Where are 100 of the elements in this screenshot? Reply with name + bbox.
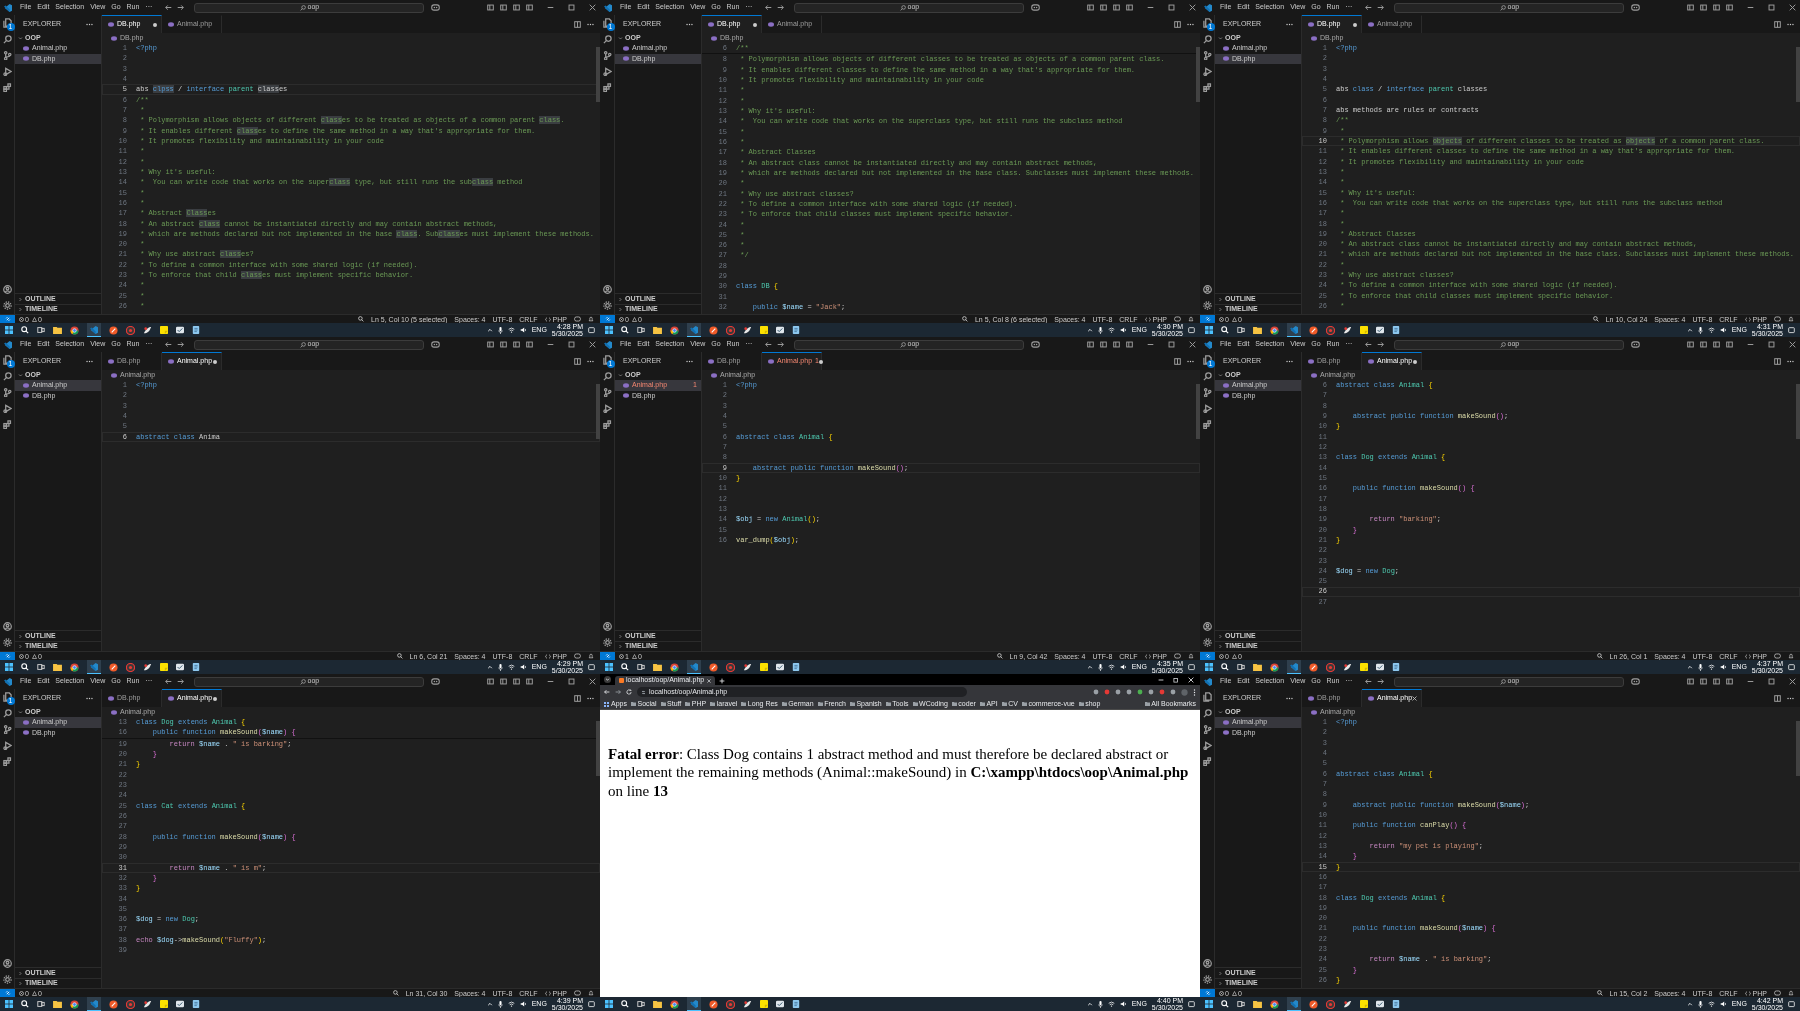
secondary-sidebar-icon[interactable]	[526, 341, 533, 348]
slash-app-icon[interactable]	[709, 999, 718, 1009]
minimize-icon[interactable]	[547, 341, 554, 348]
secondary-sidebar-icon[interactable]	[526, 678, 533, 685]
split-editor-icon[interactable]	[1774, 20, 1781, 28]
more-actions-icon[interactable]	[86, 359, 93, 363]
microphone-icon[interactable]	[1697, 663, 1703, 671]
files-icon[interactable]	[2, 692, 12, 702]
layout-icon[interactable]	[1687, 4, 1694, 11]
wifi-icon[interactable]	[507, 1001, 515, 1007]
windows-start-icon[interactable]	[605, 1000, 613, 1008]
browser-icon[interactable]	[670, 662, 679, 672]
search-icon[interactable]	[621, 663, 629, 671]
scrollbar-thumb[interactable]	[1196, 384, 1200, 439]
extensions-icon[interactable]	[1202, 757, 1212, 766]
more-actions-icon[interactable]	[1286, 22, 1293, 26]
more-actions-icon[interactable]	[587, 696, 594, 700]
run-debug-icon[interactable]	[1202, 67, 1212, 76]
notifications-icon[interactable]	[1788, 663, 1795, 671]
browser-icon[interactable]	[1270, 662, 1279, 672]
notepad-icon[interactable]	[1392, 326, 1400, 334]
notifications-icon[interactable]	[1788, 1000, 1795, 1008]
layout-icon[interactable]	[487, 4, 494, 11]
paint-app-icon[interactable]	[1343, 325, 1352, 335]
copilot-icon[interactable]	[1031, 4, 1041, 11]
more-actions-icon[interactable]	[1787, 696, 1794, 700]
forward-arrow-icon[interactable]	[177, 341, 185, 348]
folder-icon[interactable]	[53, 326, 62, 334]
forward-arrow-icon[interactable]	[1377, 678, 1385, 685]
forward-arrow-icon[interactable]	[777, 341, 785, 348]
browser-icon[interactable]	[1270, 999, 1279, 1009]
search-icon[interactable]	[1221, 1000, 1229, 1008]
layout-icon[interactable]	[1087, 4, 1094, 11]
copilot-icon[interactable]	[1774, 990, 1781, 996]
search-icon[interactable]	[1221, 663, 1229, 671]
vscode-logo-icon[interactable]	[4, 677, 12, 686]
back-arrow-icon[interactable]	[165, 4, 173, 11]
split-editor-icon[interactable]	[574, 20, 581, 28]
more-actions-icon[interactable]	[686, 359, 693, 363]
copilot-icon[interactable]	[431, 4, 441, 11]
code-editor-icon[interactable]	[90, 325, 98, 334]
maximize-icon[interactable]	[1768, 678, 1775, 685]
microphone-icon[interactable]	[497, 1000, 503, 1008]
bell-icon[interactable]	[1788, 653, 1794, 659]
search-icon[interactable]	[602, 372, 612, 381]
forward-arrow-icon[interactable]	[615, 689, 621, 695]
search-icon[interactable]	[602, 35, 612, 44]
search-icon[interactable]	[21, 663, 29, 671]
sidebar-toggle-icon[interactable]	[1700, 678, 1707, 685]
slash-app-icon[interactable]	[1309, 999, 1318, 1009]
code-editor-icon[interactable]	[90, 662, 98, 671]
task-view-icon[interactable]	[37, 326, 45, 334]
source-control-icon[interactable]	[2, 388, 12, 397]
run-debug-icon[interactable]	[2, 404, 12, 413]
task-view-icon[interactable]	[1237, 1000, 1245, 1008]
sidebar-toggle-icon[interactable]	[500, 4, 507, 11]
copilot-icon[interactable]	[574, 316, 581, 322]
more-actions-icon[interactable]	[587, 22, 594, 26]
run-debug-icon[interactable]	[2, 67, 12, 76]
task-view-icon[interactable]	[37, 663, 45, 671]
files-icon[interactable]	[2, 355, 12, 365]
secondary-sidebar-icon[interactable]	[1726, 4, 1733, 11]
circle-app-icon[interactable]	[1326, 325, 1335, 335]
extensions-icon[interactable]	[2, 420, 12, 429]
zoom-icon[interactable]	[392, 990, 399, 996]
forward-arrow-icon[interactable]	[1377, 4, 1385, 11]
minimize-icon[interactable]	[547, 4, 554, 11]
paint-app-icon[interactable]	[743, 999, 752, 1009]
microphone-icon[interactable]	[1697, 1000, 1703, 1008]
layout-icon[interactable]	[1687, 678, 1694, 685]
close-icon[interactable]	[1789, 341, 1796, 348]
settings-icon[interactable]	[2, 638, 12, 647]
copilot-icon[interactable]	[431, 678, 441, 685]
paint-app-icon[interactable]	[143, 662, 152, 672]
speaker-icon[interactable]	[1119, 1001, 1127, 1007]
source-control-icon[interactable]	[1202, 725, 1212, 734]
zoom-icon[interactable]	[1592, 316, 1599, 322]
more-actions-icon[interactable]	[587, 359, 594, 363]
account-icon[interactable]	[602, 622, 612, 631]
bell-icon[interactable]	[588, 990, 594, 996]
circle-app-icon[interactable]	[726, 999, 735, 1009]
split-editor-icon[interactable]	[1774, 357, 1781, 365]
browser-icon[interactable]	[70, 662, 79, 672]
search-icon[interactable]	[21, 1000, 29, 1008]
back-arrow-icon[interactable]	[1365, 4, 1373, 11]
menu-icon[interactable]	[1193, 688, 1196, 696]
bell-icon[interactable]	[588, 653, 594, 659]
vscode-logo-icon[interactable]	[1204, 3, 1212, 12]
task-view-icon[interactable]	[637, 1000, 645, 1008]
speaker-icon[interactable]	[519, 327, 527, 333]
notifications-icon[interactable]	[1188, 663, 1195, 671]
notifications-icon[interactable]	[1788, 326, 1795, 334]
vscode-logo-icon[interactable]	[4, 340, 12, 349]
paint-app-icon[interactable]	[143, 999, 152, 1009]
settings-icon[interactable]	[602, 301, 612, 310]
copilot-icon[interactable]	[1631, 4, 1641, 11]
extensions-icon[interactable]	[602, 420, 612, 429]
chevron-up-icon[interactable]	[1686, 1001, 1693, 1007]
sidebar-toggle-icon[interactable]	[1100, 341, 1107, 348]
circle-app-icon[interactable]	[1326, 999, 1335, 1009]
